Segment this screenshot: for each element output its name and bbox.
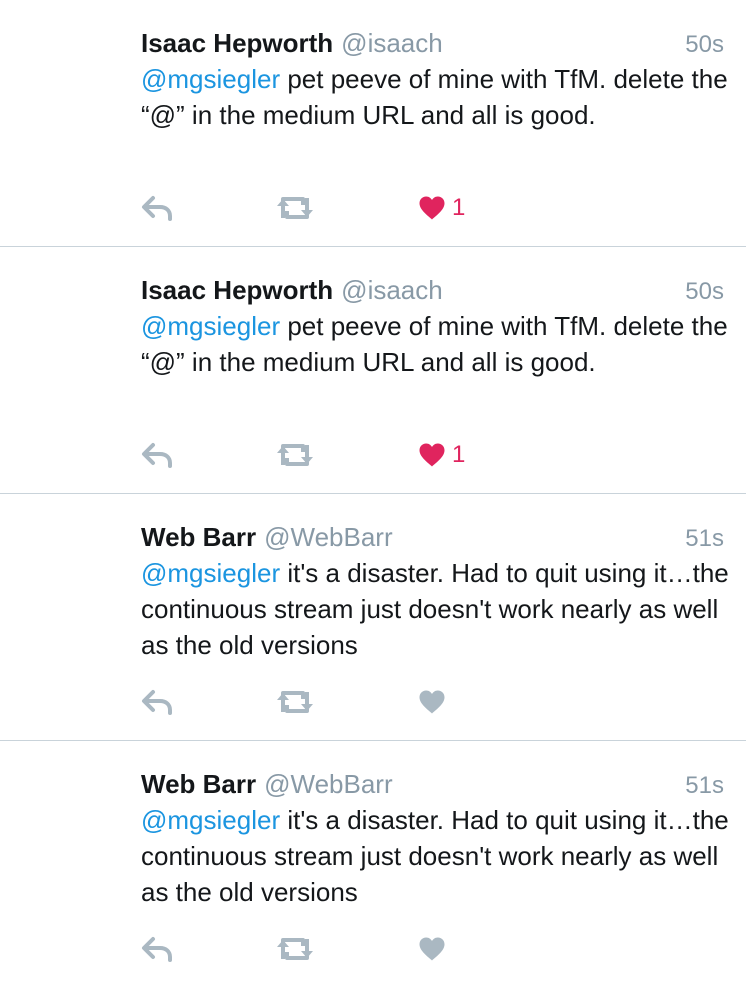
tweet[interactable]: Isaac Hepworth @isaach 50s @mgsiegler pe…	[0, 0, 746, 247]
display-name[interactable]: Web Barr	[141, 766, 256, 802]
tweet-actions: 1	[141, 437, 541, 473]
heart-icon	[419, 690, 445, 714]
timestamp[interactable]: 51s	[685, 521, 724, 557]
reply-button[interactable]	[141, 684, 173, 720]
user-handle[interactable]: @WebBarr	[264, 519, 393, 555]
retweet-icon	[277, 444, 313, 466]
heart-icon	[419, 937, 445, 961]
tweet-header: Isaac Hepworth @isaach 50s	[141, 25, 724, 61]
tweet-text: @mgsiegler pet peeve of mine with TfM. d…	[141, 308, 731, 380]
retweet-icon	[277, 938, 313, 960]
retweet-button[interactable]	[275, 684, 315, 720]
tweet[interactable]: Web Barr @WebBarr 51s @mgsiegler it's a …	[0, 494, 746, 741]
tweet-timeline: Isaac Hepworth @isaach 50s @mgsiegler pe…	[0, 0, 746, 988]
tweet-actions: 1	[141, 190, 541, 226]
like-button[interactable]: 1	[418, 437, 465, 473]
like-count: 1	[452, 441, 466, 468]
display-name[interactable]: Isaac Hepworth	[141, 272, 333, 308]
mention-link[interactable]: @mgsiegler	[141, 805, 280, 835]
tweet-header: Web Barr @WebBarr 51s	[141, 519, 724, 555]
like-count: 1	[452, 194, 466, 221]
display-name[interactable]: Web Barr	[141, 519, 256, 555]
timestamp[interactable]: 50s	[685, 274, 724, 310]
user-handle[interactable]: @isaach	[341, 272, 443, 308]
heart-icon	[419, 196, 445, 220]
retweet-button[interactable]	[275, 931, 315, 967]
tweet-text: @mgsiegler pet peeve of mine with TfM. d…	[141, 61, 731, 133]
tweet-text: @mgsiegler it's a disaster. Had to quit …	[141, 555, 731, 663]
like-button[interactable]	[418, 931, 446, 967]
mention-link[interactable]: @mgsiegler	[141, 64, 280, 94]
heart-icon	[419, 443, 445, 467]
reply-button[interactable]	[141, 190, 173, 226]
tweet[interactable]: Isaac Hepworth @isaach 50s @mgsiegler pe…	[0, 247, 746, 494]
timestamp[interactable]: 50s	[685, 27, 724, 63]
reply-icon	[142, 690, 172, 715]
tweet[interactable]: Web Barr @WebBarr 51s @mgsiegler it's a …	[0, 741, 746, 988]
reply-icon	[142, 937, 172, 962]
retweet-icon	[277, 197, 313, 219]
display-name[interactable]: Isaac Hepworth	[141, 25, 333, 61]
tweet-header: Web Barr @WebBarr 51s	[141, 766, 724, 802]
tweet-text: @mgsiegler it's a disaster. Had to quit …	[141, 802, 731, 910]
reply-icon	[142, 196, 172, 221]
reply-button[interactable]	[141, 931, 173, 967]
like-button[interactable]: 1	[418, 190, 465, 226]
tweet-actions	[141, 931, 541, 967]
reply-button[interactable]	[141, 437, 173, 473]
mention-link[interactable]: @mgsiegler	[141, 311, 280, 341]
like-button[interactable]	[418, 684, 446, 720]
retweet-button[interactable]	[275, 190, 315, 226]
retweet-icon	[277, 691, 313, 713]
user-handle[interactable]: @isaach	[341, 25, 443, 61]
user-handle[interactable]: @WebBarr	[264, 766, 393, 802]
tweet-actions	[141, 684, 541, 720]
mention-link[interactable]: @mgsiegler	[141, 558, 280, 588]
tweet-header: Isaac Hepworth @isaach 50s	[141, 272, 724, 308]
retweet-button[interactable]	[275, 437, 315, 473]
reply-icon	[142, 443, 172, 468]
timestamp[interactable]: 51s	[685, 768, 724, 804]
